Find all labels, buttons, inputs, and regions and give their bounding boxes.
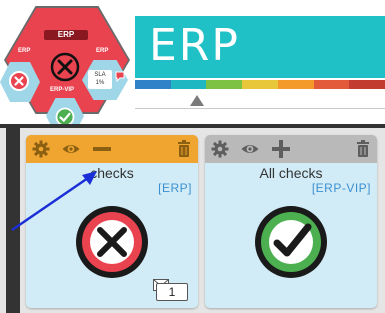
sla-badge: SLA 1%: [88, 70, 112, 89]
card-subtitle: [ERP]: [158, 181, 192, 195]
strip-segment: [277, 80, 314, 89]
card-toolbar: [26, 135, 198, 163]
sla-label: SLA: [94, 72, 106, 78]
strip-segment: [313, 80, 350, 89]
strip-segment: [135, 80, 171, 89]
board-left-bar: [6, 124, 20, 313]
ok-check-icon: [255, 206, 327, 278]
eye-icon[interactable]: [61, 139, 81, 159]
strip-segment: [170, 80, 207, 89]
severity-color-strip: [135, 80, 385, 89]
alert-flag-icon: [115, 71, 125, 82]
card-title: All checks: [259, 165, 323, 181]
check-card-erp-vip[interactable]: All checks [ERP-VIP]: [205, 135, 377, 308]
strip-segment: [242, 80, 278, 89]
hexagon-main-label: ERP: [57, 30, 75, 39]
sla-value: 1%: [95, 80, 105, 86]
error-x-icon: [76, 206, 148, 278]
timeline-track: [135, 108, 385, 109]
gear-icon[interactable]: [31, 139, 51, 159]
event-counter-badge[interactable]: 1: [156, 283, 188, 301]
hexagon-right-label: ERP: [96, 48, 109, 54]
error-x-icon: [50, 52, 80, 82]
trash-icon[interactable]: [353, 139, 373, 159]
page-title: ERP: [149, 20, 240, 71]
strip-segment: [206, 80, 243, 89]
check-card-erp[interactable]: checks [ERP] 1: [26, 135, 198, 308]
minus-icon[interactable]: [92, 139, 112, 159]
hexagon-bottom-label: ERP-VIP: [50, 87, 75, 93]
title-bar: ERP: [135, 16, 385, 78]
card-toolbar: [205, 135, 377, 163]
plus-icon[interactable]: [271, 139, 291, 159]
hexagon-left-label: ERP: [18, 48, 31, 54]
error-x-icon: [9, 71, 29, 91]
hexagon-cluster[interactable]: ERP ERP ERP ERP-VIP SLA 1%: [0, 0, 140, 134]
timeline-marker-icon[interactable]: [190, 95, 204, 106]
trash-icon[interactable]: [174, 139, 194, 159]
eye-icon[interactable]: [240, 139, 260, 159]
card-subtitle: [ERP-VIP]: [311, 181, 371, 195]
strip-segment: [349, 80, 385, 89]
gear-icon[interactable]: [210, 139, 230, 159]
card-title: checks: [90, 165, 134, 181]
